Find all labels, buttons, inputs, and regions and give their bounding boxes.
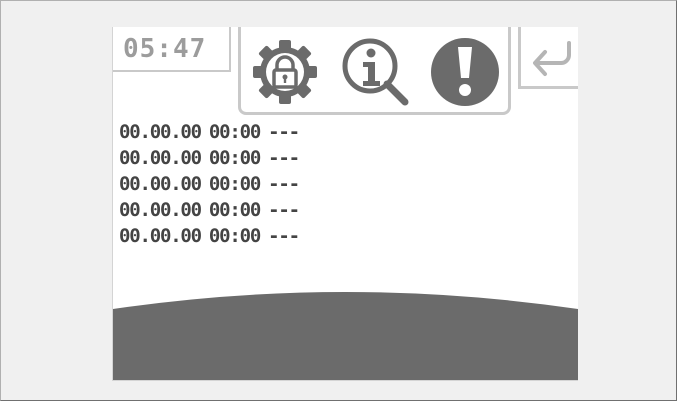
log-time: 00:00: [208, 225, 261, 247]
log-value: ---: [268, 199, 300, 221]
log-entry: 00.00.00 00:00 ---: [119, 119, 300, 145]
back-button[interactable]: [518, 27, 578, 89]
log-date: 00.00.00: [119, 173, 202, 195]
log-value: ---: [268, 121, 300, 143]
event-log-list: 00.00.00 00:00 --- 00.00.00 00:00 --- 00.00.…: [119, 119, 300, 249]
log-date: 00.00.00: [119, 225, 202, 247]
log-date: 00.00.00: [119, 199, 202, 221]
log-time: 00:00: [208, 173, 261, 195]
bottom-band: [113, 292, 578, 380]
settings-lock-icon[interactable]: [249, 35, 321, 107]
log-date: 00.00.00: [119, 121, 202, 143]
log-time: 00:00: [208, 147, 261, 169]
info-search-icon[interactable]: [339, 35, 411, 107]
log-entry: 00.00.00 00:00 ---: [119, 197, 300, 223]
alert-icon[interactable]: [429, 35, 501, 107]
log-entry: 00.00.00 00:00 ---: [119, 171, 300, 197]
log-value: ---: [268, 225, 300, 247]
icon-toolbar: [238, 27, 511, 115]
log-time: 00:00: [208, 199, 261, 221]
log-entry: 00.00.00 00:00 ---: [119, 223, 300, 249]
page-frame: 05:47 00.00.00 00:00 --- 00.00.00 00:00 …: [0, 0, 677, 401]
device-screen: 05:47 00.00.00 00:00 --- 00.00.00 00:00 …: [112, 27, 578, 381]
log-value: ---: [268, 147, 300, 169]
back-arrow-icon: [533, 41, 571, 76]
clock-panel: 05:47: [113, 27, 231, 72]
log-value: ---: [268, 173, 300, 195]
log-time: 00:00: [208, 121, 261, 143]
clock-time: 05:47: [123, 34, 207, 64]
log-entry: 00.00.00 00:00 ---: [119, 145, 300, 171]
log-date: 00.00.00: [119, 147, 202, 169]
